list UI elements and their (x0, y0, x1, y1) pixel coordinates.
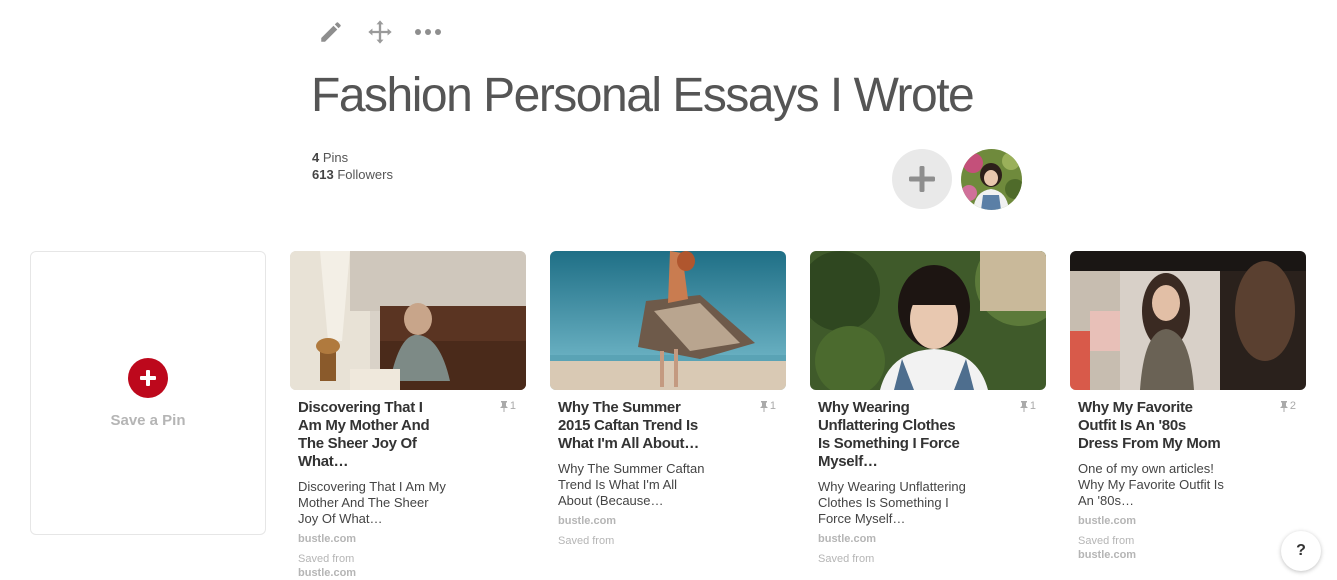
pins-count-link[interactable]: 4 Pins (312, 149, 393, 166)
saved-from: Saved from bustle.com (1078, 534, 1298, 562)
edit-board-button[interactable] (316, 17, 346, 47)
repin-number: 1 (1029, 400, 1036, 412)
saved-from-label: Saved from (298, 553, 355, 565)
help-button[interactable]: ? (1281, 531, 1321, 571)
repin-number: 1 (509, 400, 516, 412)
avatar-photo (961, 149, 1022, 210)
saved-from-label: Saved from (1078, 535, 1135, 547)
pin-title[interactable]: Why The Summer 2015 Caftan Trend Is What… (558, 399, 708, 453)
save-pin-plus-button[interactable] (128, 358, 168, 398)
pushpin-icon (1279, 400, 1288, 412)
plus-icon (140, 370, 156, 386)
saved-from: Saved from (818, 552, 1038, 566)
board-stats: 4 Pins 613 Followers (312, 149, 393, 183)
pins-label: Pins (322, 150, 349, 165)
followers-label: Followers (337, 167, 393, 182)
repin-number: 2 (1289, 400, 1296, 412)
pushpin-icon (499, 400, 508, 412)
pin-photo (1070, 251, 1306, 390)
repin-count: 1 (1019, 400, 1036, 412)
pushpin-icon (759, 400, 768, 412)
pin-title[interactable]: Discovering That I Am My Mother And The … (298, 399, 448, 471)
pin-card[interactable]: Why The Summer 2015 Caftan Trend Is What… (550, 251, 786, 548)
pin-card[interactable]: Why Wearing Unflattering Clothes Is Some… (810, 251, 1046, 566)
save-pin-card[interactable]: Save a Pin (30, 251, 266, 535)
pushpin-icon (1019, 400, 1028, 412)
repin-count: 1 (499, 400, 516, 412)
add-collaborator-button[interactable] (892, 149, 952, 209)
board-title: Fashion Personal Essays I Wrote (311, 69, 975, 122)
pin-title[interactable]: Why Wearing Unflattering Clothes Is Some… (818, 399, 968, 471)
pin-image[interactable] (290, 251, 526, 390)
move-arrows-icon (368, 20, 392, 44)
help-label: ? (1296, 542, 1306, 559)
pin-description: One of my own articles! Why My Favorite … (1078, 461, 1224, 508)
pin-photo (810, 251, 1046, 390)
pin-title[interactable]: Why My Favorite Outfit Is An '80s Dress … (1078, 399, 1228, 453)
followers-count-link[interactable]: 613 Followers (312, 166, 393, 183)
repin-count: 2 (1279, 400, 1296, 412)
saved-from: Saved from bustle.com (298, 552, 518, 580)
pin-domain-link[interactable]: bustle.com (818, 533, 1038, 545)
pencil-icon (321, 22, 341, 42)
saved-from: Saved from (558, 534, 778, 548)
more-dots-icon (415, 29, 441, 35)
saved-from-domain-link[interactable]: bustle.com (1078, 548, 1298, 562)
pin-photo (550, 251, 786, 390)
pin-image[interactable] (810, 251, 1046, 390)
pin-photo (290, 251, 526, 390)
pin-image[interactable] (550, 251, 786, 390)
pin-domain-link[interactable]: bustle.com (558, 515, 778, 527)
saved-from-label: Saved from (818, 553, 875, 565)
pin-domain-link[interactable]: bustle.com (298, 533, 518, 545)
pin-card[interactable]: Why My Favorite Outfit Is An '80s Dress … (1070, 251, 1306, 562)
repin-count: 1 (759, 400, 776, 412)
owner-avatar[interactable] (961, 149, 1022, 210)
pin-description: Discovering That I Am My Mother And The … (298, 479, 446, 526)
move-board-button[interactable] (365, 17, 395, 47)
saved-from-domain-link[interactable]: bustle.com (298, 566, 518, 580)
pin-domain-link[interactable]: bustle.com (1078, 515, 1298, 527)
pin-image[interactable] (1070, 251, 1306, 390)
pin-description: Why Wearing Unflattering Clothes Is Some… (818, 479, 966, 526)
more-options-button[interactable] (413, 17, 443, 47)
repin-number: 1 (769, 400, 776, 412)
pins-count: 4 (312, 150, 320, 165)
followers-count: 613 (312, 167, 334, 182)
plus-icon (909, 166, 935, 192)
pin-card[interactable]: Discovering That I Am My Mother And The … (290, 251, 526, 580)
pin-description: Why The Summer Caftan Trend Is What I'm … (558, 461, 705, 508)
save-pin-label: Save a Pin (110, 412, 186, 429)
saved-from-label: Saved from (558, 535, 615, 547)
